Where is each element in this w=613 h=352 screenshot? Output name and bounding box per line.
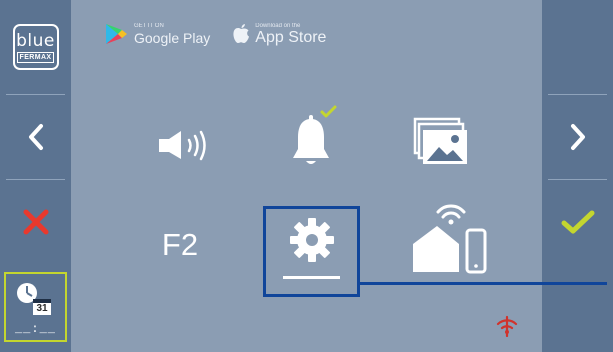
back-button[interactable]: [0, 95, 71, 179]
right-side-panel: [542, 0, 613, 352]
google-play-label: Google Play: [134, 29, 211, 46]
speaker-volume-icon: [159, 130, 206, 161]
calendar-icon: 31: [33, 299, 51, 315]
apple-icon: [233, 24, 250, 43]
f2-label: F2: [161, 227, 199, 262]
gallery-images-icon: [413, 117, 467, 164]
wifi-status: [492, 312, 522, 340]
date-time-button[interactable]: 31 __:__: [0, 266, 71, 348]
store-badges: GET IT ON Google Play Download on the Ap…: [103, 22, 326, 46]
close-icon: [23, 209, 48, 235]
volume-button[interactable]: [130, 110, 230, 180]
logo-brand: FERMAX: [16, 51, 55, 63]
home-wifi-phone-icon: [413, 204, 487, 274]
app-store-badge[interactable]: Download on the App Store: [232, 23, 326, 46]
check-icon: [561, 210, 594, 234]
wifi-connect-button[interactable]: [398, 200, 498, 280]
settings-button[interactable]: [266, 209, 357, 271]
gallery-button[interactable]: [396, 105, 486, 180]
next-button[interactable]: [542, 95, 613, 179]
app-store-caption: Download on the: [255, 22, 301, 29]
cancel-button[interactable]: [0, 180, 71, 264]
settings-gear-icon: [289, 218, 334, 262]
monitor-screen: blue FERMAX 31 __:__ GET IT ON Google Pl…: [0, 0, 613, 352]
google-play-icon: [106, 24, 127, 44]
chevron-left-icon: [28, 124, 43, 150]
logo-cell: blue FERMAX: [0, 0, 71, 94]
calendar-clock-frame: 31 __:__: [4, 272, 67, 342]
notifications-button[interactable]: [262, 98, 362, 178]
time-placeholder: __:__: [14, 322, 56, 336]
logo-text: blue: [16, 30, 55, 51]
app-store-label: App Store: [255, 28, 327, 46]
confirm-button[interactable]: [542, 180, 613, 264]
wifi-off-icon: [496, 315, 518, 337]
blue-fermax-logo: blue FERMAX: [12, 24, 59, 70]
selection-indicator-line: [360, 282, 607, 285]
f2-button[interactable]: F2: [130, 210, 230, 280]
calendar-date: 31: [36, 303, 48, 314]
selected-underline: [283, 276, 340, 279]
chevron-right-icon: [570, 124, 585, 150]
google-play-badge[interactable]: GET IT ON Google Play: [103, 22, 210, 46]
bell-notification-icon: [293, 105, 337, 164]
left-side-panel: blue FERMAX 31 __:__: [0, 0, 71, 352]
google-play-caption: GET IT ON: [134, 22, 164, 29]
